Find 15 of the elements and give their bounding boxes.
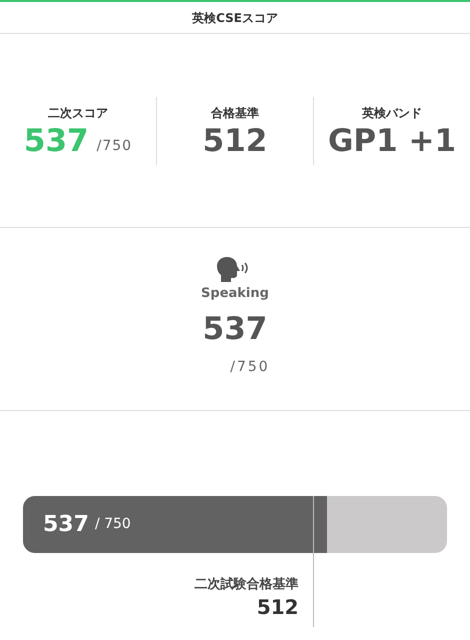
bar-score: 537 [43,511,89,539]
skill-total: /750 [230,358,270,376]
skill-name: Speaking [201,285,269,303]
stat-total: /750 [96,137,132,156]
stat-label: 二次スコア [48,105,108,122]
stat-value: 537 [24,126,89,157]
page-title: 英検CSEスコア [192,10,278,26]
threshold-score: 512 [256,594,299,620]
stat-label: 英検バンド [362,105,422,122]
stat-value: 512 [202,126,268,157]
bar-total: / 750 [94,515,131,534]
stat-label: 合格基準 [211,105,259,122]
threshold-label: 二次試験合格基準 [194,576,299,594]
skill-score: 537 [202,314,268,344]
stat-value: GP1 +1 [328,126,456,157]
